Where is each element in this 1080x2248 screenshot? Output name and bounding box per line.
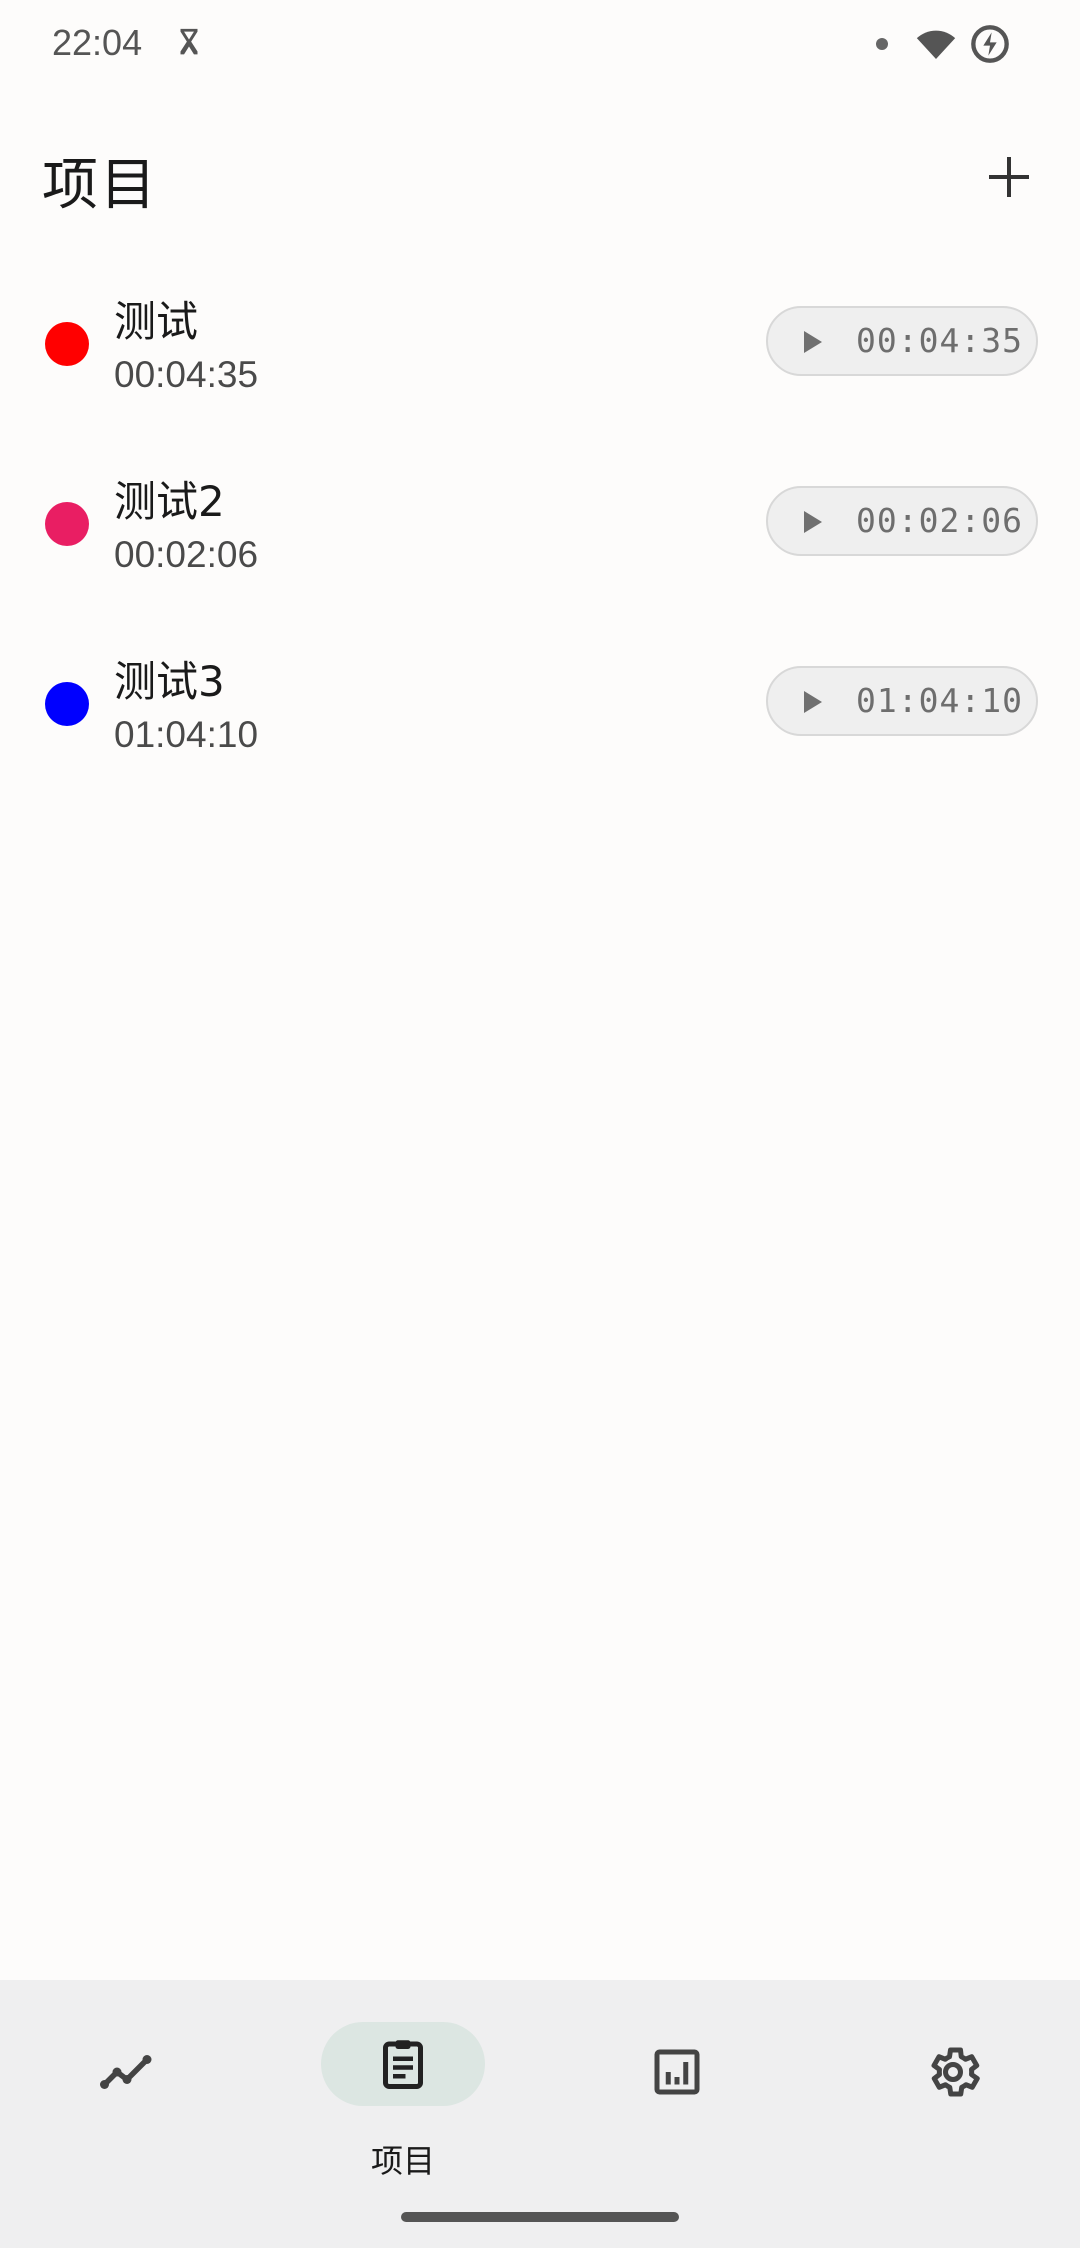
- home-indicator[interactable]: [401, 2212, 679, 2222]
- nav-item-projects[interactable]: 项目: [318, 2010, 488, 2180]
- notification-dot: [876, 38, 888, 50]
- project-total-time: 01:04:10: [114, 714, 259, 755]
- list-item[interactable]: 测试2 00:02:06 00:02:06: [0, 450, 1080, 630]
- list-item[interactable]: 测试3 01:04:10 01:04:10: [0, 630, 1080, 810]
- nav-item-trends[interactable]: [42, 2010, 212, 2130]
- status-time: 22:04: [52, 22, 143, 63]
- gear-icon: [931, 2047, 980, 2097]
- list-item[interactable]: 测试 00:04:35 00:04:35: [0, 270, 1080, 450]
- timer-label: 01:04:10: [856, 681, 1023, 720]
- start-timer-button[interactable]: 00:04:35: [766, 306, 1038, 376]
- bottom-navigation: 项目: [0, 1980, 1080, 2248]
- play-icon: [804, 691, 822, 713]
- project-name: 测试3: [114, 657, 225, 706]
- nav-item-statistics[interactable]: [592, 2010, 762, 2130]
- project-name: 测试: [114, 297, 199, 346]
- wifi-icon: [916, 30, 956, 59]
- nav-item-settings[interactable]: [868, 2010, 1038, 2130]
- plus-icon: [989, 157, 1029, 197]
- app-header: 项目: [0, 120, 1080, 230]
- project-total-time: 00:04:35: [114, 354, 259, 395]
- start-timer-button[interactable]: 00:02:06: [766, 486, 1038, 556]
- battery-saver-icon: [971, 25, 1009, 63]
- nav-label-projects: 项目: [370, 2142, 435, 2180]
- trend-line-icon: [100, 2055, 152, 2089]
- status-bar: 22:04: [0, 0, 1080, 90]
- play-icon: [804, 511, 822, 533]
- start-timer-button[interactable]: 01:04:10: [766, 666, 1038, 736]
- timer-label: 00:02:06: [856, 501, 1023, 540]
- clipboard-icon: [383, 2040, 423, 2089]
- bar-chart-icon: [654, 2049, 700, 2095]
- hourglass-icon: [180, 28, 198, 55]
- play-icon: [804, 331, 822, 353]
- project-color-dot: [45, 322, 89, 366]
- project-name: 测试2: [114, 477, 225, 526]
- project-color-dot: [45, 502, 89, 546]
- add-project-button[interactable]: [974, 142, 1044, 212]
- project-list: 测试 00:04:35 00:04:35 测试2 00:02:06 00:02:…: [0, 270, 1080, 810]
- timer-label: 00:04:35: [856, 321, 1023, 360]
- project-color-dot: [45, 682, 89, 726]
- project-total-time: 00:02:06: [114, 534, 259, 575]
- page-title: 项目: [42, 153, 158, 218]
